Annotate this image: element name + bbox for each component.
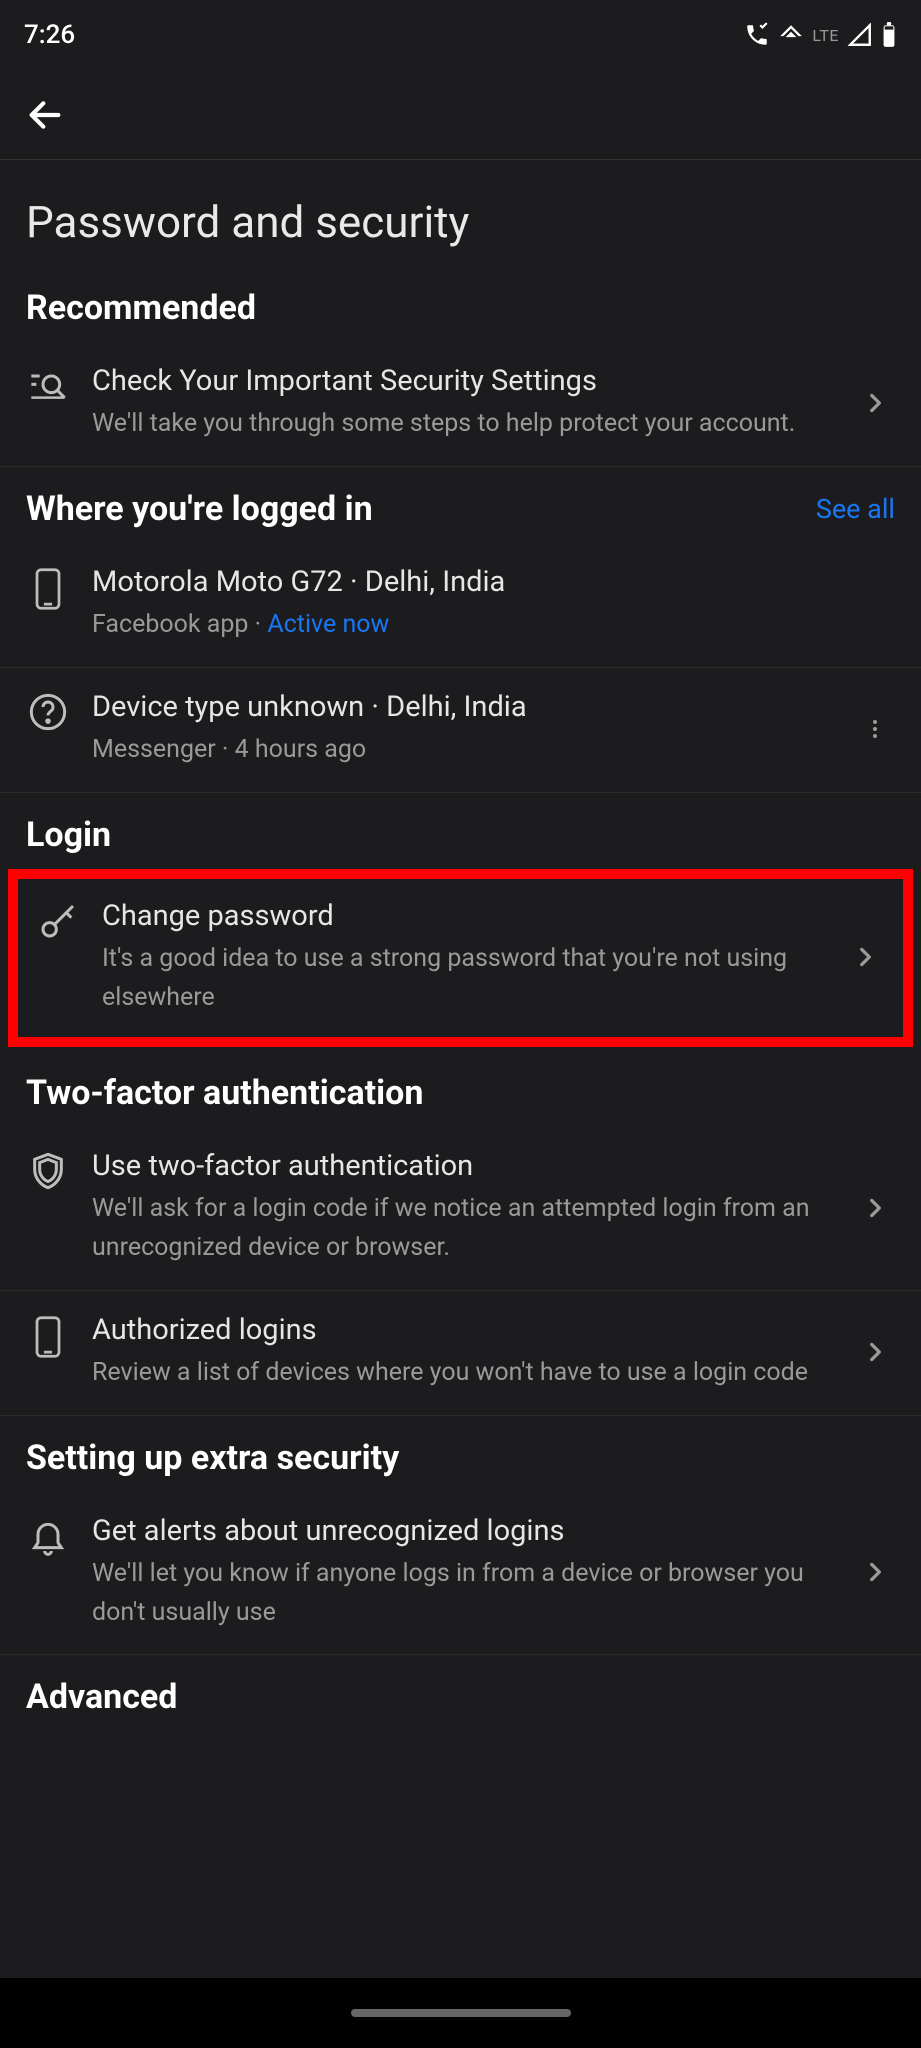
item-title: Get alerts about unrecognized logins	[92, 1512, 833, 1551]
key-icon	[36, 901, 80, 941]
item-content: Change password It's a good idea to use …	[102, 897, 823, 1018]
authorized-logins-item[interactable]: Authorized logins Review a list of devic…	[0, 1291, 921, 1416]
chevron-right-icon	[855, 1195, 895, 1221]
home-handle[interactable]	[351, 2009, 571, 2017]
section-2fa-header: Two-factor authentication	[0, 1047, 921, 1127]
advanced-title: Advanced	[26, 1677, 177, 1717]
item-sub: Messenger · 4 hours ago	[92, 731, 833, 770]
sub-active: Active now	[267, 610, 389, 639]
section-login-header: Login	[0, 793, 921, 869]
back-button[interactable]	[20, 90, 70, 140]
see-all-link[interactable]: See all	[816, 493, 895, 525]
bell-icon	[26, 1516, 70, 1556]
item-title: Motorola Moto G72 · Delhi, India	[92, 563, 895, 602]
get-alerts-item[interactable]: Get alerts about unrecognized logins We'…	[0, 1492, 921, 1656]
status-time: 7:26	[24, 20, 75, 50]
recommended-title: Recommended	[26, 288, 256, 328]
shield-icon	[26, 1151, 70, 1191]
section-recommended-header: Recommended	[0, 266, 921, 342]
question-circle-icon	[26, 692, 70, 732]
item-sub: We'll take you through some steps to hel…	[92, 405, 833, 444]
nav-bar	[0, 1978, 921, 2048]
item-content: Get alerts about unrecognized logins We'…	[92, 1512, 833, 1633]
item-sub: We'll let you know if anyone logs in fro…	[92, 1555, 833, 1633]
item-title: Device type unknown · Delhi, India	[92, 688, 833, 727]
section-where-header: Where you're logged in See all	[0, 467, 921, 543]
change-password-item[interactable]: Change password It's a good idea to use …	[18, 879, 903, 1038]
check-security-settings-item[interactable]: Check Your Important Security Settings W…	[0, 342, 921, 467]
header-bar	[0, 70, 921, 160]
item-sub: Review a list of devices where you won't…	[92, 1354, 833, 1393]
item-title: Change password	[102, 897, 823, 936]
device-motorola-item[interactable]: Motorola Moto G72 · Delhi, India Faceboo…	[0, 543, 921, 668]
item-sub: Facebook app · Active now	[92, 606, 895, 645]
2fa-title: Two-factor authentication	[26, 1073, 423, 1113]
item-content: Check Your Important Security Settings W…	[92, 362, 833, 444]
item-sub: We'll ask for a login code if we notice …	[92, 1190, 833, 1268]
item-content: Use two-factor authentication We'll ask …	[92, 1147, 833, 1268]
item-title: Check Your Important Security Settings	[92, 362, 833, 401]
login-title: Login	[26, 815, 111, 855]
check-list-icon	[26, 366, 70, 406]
page-title: Password and security	[0, 160, 921, 266]
lte-label: LTE	[812, 26, 839, 45]
screen: 7:26 LTE Password and security Recommend…	[0, 0, 921, 1978]
where-title: Where you're logged in	[26, 489, 373, 529]
item-sub: It's a good idea to use a strong passwor…	[102, 940, 823, 1018]
more-vertical-icon[interactable]	[855, 717, 895, 741]
signal-icon	[847, 22, 873, 48]
status-bar: 7:26 LTE	[0, 0, 921, 70]
section-advanced-header: Advanced	[0, 1655, 921, 1731]
battery-icon	[881, 22, 897, 48]
item-content: Motorola Moto G72 · Delhi, India Faceboo…	[92, 563, 895, 645]
wifi-calling-icon	[744, 22, 770, 48]
phone-icon	[26, 567, 70, 611]
chevron-right-icon	[855, 1339, 895, 1365]
item-content: Device type unknown · Delhi, India Messe…	[92, 688, 833, 770]
wifi-icon	[778, 22, 804, 48]
chevron-right-icon	[845, 944, 885, 970]
item-title: Authorized logins	[92, 1311, 833, 1350]
chevron-right-icon	[855, 390, 895, 416]
use-2fa-item[interactable]: Use two-factor authentication We'll ask …	[0, 1127, 921, 1291]
device-unknown-item[interactable]: Device type unknown · Delhi, India Messe…	[0, 668, 921, 793]
item-title: Use two-factor authentication	[92, 1147, 833, 1186]
section-extra-header: Setting up extra security	[0, 1416, 921, 1492]
item-content: Authorized logins Review a list of devic…	[92, 1311, 833, 1393]
chevron-right-icon	[855, 1559, 895, 1585]
back-arrow-icon	[25, 95, 65, 135]
phone-icon	[26, 1315, 70, 1359]
status-icons: LTE	[744, 22, 897, 48]
extra-title: Setting up extra security	[26, 1438, 399, 1478]
highlight-box: Change password It's a good idea to use …	[8, 869, 913, 1048]
sub-app: Facebook app ·	[92, 610, 267, 639]
